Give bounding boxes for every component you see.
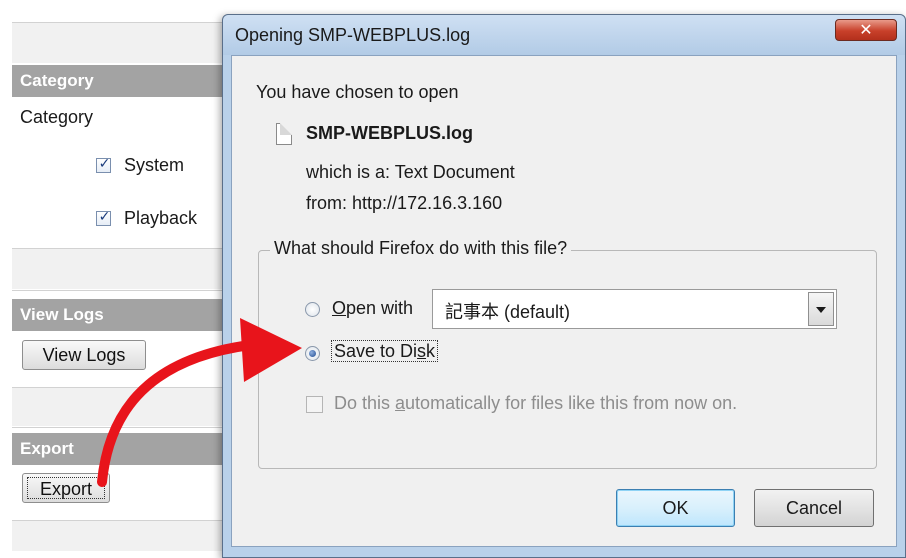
- divider: [12, 290, 240, 291]
- file-source-line: from: http://172.16.3.160: [306, 193, 502, 214]
- file-type-value: Text Document: [394, 162, 515, 182]
- action-group-title: What should Firefox do with this file?: [270, 238, 572, 259]
- divider: [12, 427, 240, 428]
- view-logs-button[interactable]: View Logs: [22, 340, 146, 370]
- auto-action-checkbox[interactable]: [306, 396, 323, 413]
- radio-dot: [309, 350, 316, 357]
- file-source-prefix: from:: [306, 193, 348, 213]
- system-checkbox-label[interactable]: System: [124, 155, 184, 176]
- open-file-dialog: Opening SMP-WEBPLUS.log ✕ You have chose…: [222, 14, 906, 558]
- dialog-body: You have chosen to open SMP-WEBPLUS.log …: [231, 55, 897, 547]
- file-type-line: which is a: Text Document: [306, 162, 515, 183]
- ok-button[interactable]: OK: [616, 489, 735, 527]
- file-name: SMP-WEBPLUS.log: [306, 123, 473, 143]
- panel-band: [12, 23, 240, 63]
- checkmark-icon: ✓: [98, 208, 111, 224]
- chevron-down-icon[interactable]: [808, 292, 834, 326]
- export-button-label: Export: [27, 477, 105, 499]
- save-to-disk-label[interactable]: Save to Disk: [331, 340, 439, 362]
- close-icon: ✕: [859, 22, 873, 39]
- close-button[interactable]: ✕: [835, 19, 897, 41]
- text-file-icon: [276, 123, 292, 145]
- view-logs-section-header: View Logs: [12, 299, 240, 331]
- panel-band: [12, 521, 240, 551]
- log-settings-panel: Category Category ✓ System ✓ Playback Vi…: [0, 0, 240, 558]
- export-button[interactable]: Export: [22, 473, 110, 503]
- file-source-value: http://172.16.3.160: [352, 193, 503, 213]
- category-label: Category: [20, 107, 94, 127]
- cancel-button[interactable]: Cancel: [754, 489, 874, 527]
- file-type-prefix: which is a:: [306, 162, 391, 182]
- screen: Category Category ✓ System ✓ Playback Vi…: [0, 0, 906, 558]
- selected-app: 記事本 (default): [445, 302, 571, 322]
- intro-text: You have chosen to open: [256, 82, 459, 102]
- playback-checkbox-label[interactable]: Playback: [124, 208, 197, 229]
- auto-action-label: Do this automatically for files like thi…: [334, 393, 738, 413]
- open-with-app-select[interactable]: 記事本 (default): [432, 289, 837, 329]
- panel-band: [12, 388, 240, 426]
- playback-checkbox[interactable]: ✓: [96, 208, 111, 226]
- category-section-header: Category: [12, 65, 240, 97]
- system-checkbox[interactable]: ✓: [96, 155, 111, 173]
- open-with-label[interactable]: Open with: [332, 298, 413, 319]
- export-section-header: Export: [12, 433, 240, 465]
- dialog-title: Opening SMP-WEBPLUS.log: [235, 25, 471, 45]
- open-with-radio[interactable]: [305, 302, 320, 317]
- panel-band: [12, 249, 240, 289]
- dialog-titlebar[interactable]: Opening SMP-WEBPLUS.log ✕: [223, 15, 905, 55]
- checkmark-icon: ✓: [98, 155, 111, 171]
- save-to-disk-radio[interactable]: [305, 346, 320, 361]
